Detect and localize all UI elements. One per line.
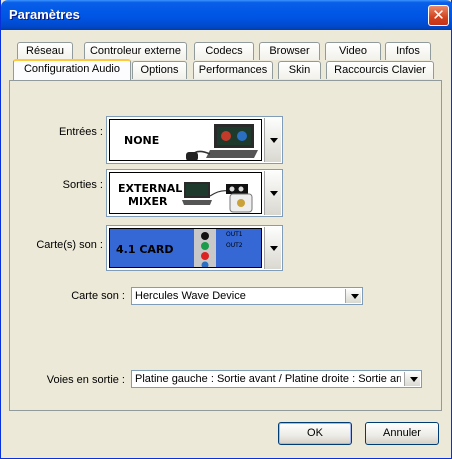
inputs-selector[interactable]: NONE: [106, 116, 283, 164]
tab-codecs[interactable]: Codecs: [194, 42, 254, 60]
soundcards-preview: 4.1 CARD OUT1 OUT2: [109, 228, 262, 268]
soundcards-dropdown-arrow-icon[interactable]: [264, 227, 281, 269]
tab-configuration-audio[interactable]: Configuration Audio: [13, 59, 131, 80]
tab-raccourcis-clavier[interactable]: Raccourcis Clavier: [326, 61, 434, 79]
mixer-icon: [182, 182, 253, 213]
tab-controleur-externe[interactable]: Controleur externe: [84, 42, 187, 60]
tab-reseau[interactable]: Réseau: [17, 42, 73, 60]
settings-dialog: Paramètres ✕ Réseau Controleur externe C…: [0, 0, 452, 459]
channels-label: Voies en sortie :: [46, 374, 125, 386]
outputs-value-line2: MIXER: [128, 195, 168, 208]
window-title: Paramètres: [9, 7, 80, 22]
tab-infos[interactable]: Infos: [385, 42, 431, 60]
inputs-preview: NONE: [109, 119, 262, 161]
outputs-selector[interactable]: EXTERNAL MIXER: [106, 169, 283, 217]
inputs-label: Entrées :: [58, 126, 103, 138]
inputs-dropdown-arrow-icon[interactable]: [264, 118, 281, 162]
inputs-value: NONE: [124, 134, 160, 147]
tab-browser[interactable]: Browser: [259, 42, 320, 60]
soundcards-value: 4.1 CARD: [116, 243, 174, 256]
card-label: Carte son :: [71, 290, 125, 302]
card-value: Hercules Wave Device: [135, 290, 246, 302]
card-dropdown-arrow-icon[interactable]: [345, 289, 361, 303]
card-out2: OUT2: [226, 242, 243, 249]
channels-value: Platine gauche : Sortie avant / Platine …: [135, 373, 401, 385]
channels-dropdown-arrow-icon[interactable]: [404, 372, 420, 386]
channels-select[interactable]: Platine gauche : Sortie avant / Platine …: [131, 370, 422, 388]
tab-video[interactable]: Video: [325, 42, 381, 60]
card-out1: OUT1: [226, 231, 243, 238]
title-bar[interactable]: Paramètres ✕: [1, 0, 452, 30]
cancel-button[interactable]: Annuler: [365, 422, 439, 445]
jack-panel-icon: [194, 229, 216, 267]
tab-performances[interactable]: Performances: [193, 61, 273, 79]
outputs-preview: EXTERNAL MIXER: [109, 172, 262, 214]
soundcards-selector[interactable]: 4.1 CARD OUT1 OUT2: [106, 225, 283, 271]
outputs-value-line1: EXTERNAL: [118, 182, 183, 195]
close-button[interactable]: ✕: [428, 5, 449, 26]
card-select[interactable]: Hercules Wave Device: [131, 287, 363, 305]
outputs-label: Sorties :: [62, 179, 103, 191]
laptop-icon: [186, 124, 258, 160]
soundcards-label: Carte(s) son :: [36, 239, 103, 251]
ok-button[interactable]: OK: [278, 422, 352, 445]
tab-options[interactable]: Options: [132, 61, 187, 79]
outputs-dropdown-arrow-icon[interactable]: [264, 171, 281, 215]
tab-skin[interactable]: Skin: [278, 61, 321, 79]
